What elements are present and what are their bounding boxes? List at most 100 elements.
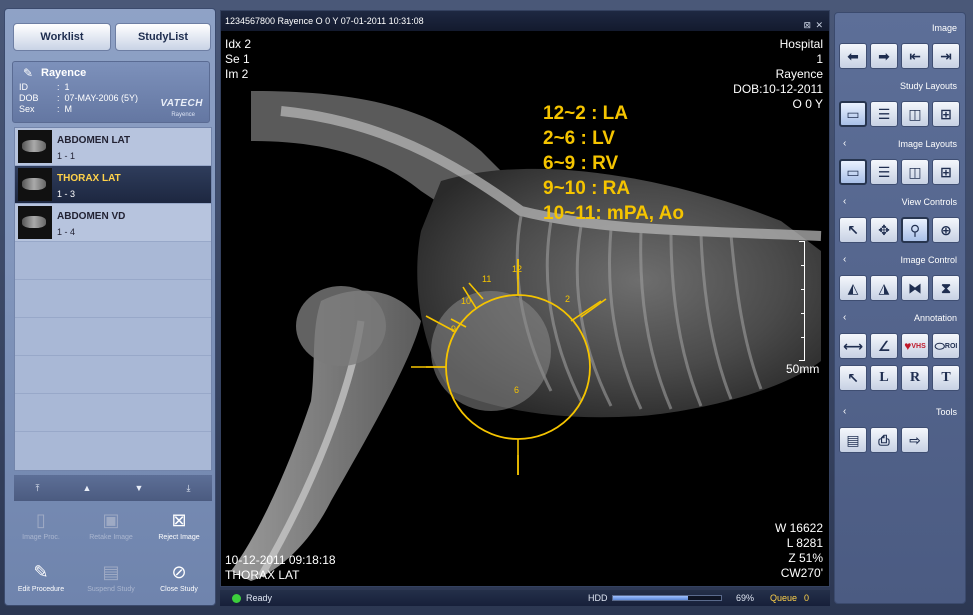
study-layout-1x2[interactable]: ◫ — [901, 101, 929, 127]
study-layout-1x1[interactable]: ▭ — [839, 101, 867, 127]
scale-label: 50mm — [786, 362, 820, 376]
series-thumbnail — [18, 130, 52, 163]
patient-dob: 07-MAY-2006 (5Y) — [64, 93, 139, 103]
overlay-date: 10-12-2011 09:18:18 — [225, 553, 336, 567]
left-marker-tool[interactable]: L — [870, 365, 898, 391]
roi-tool[interactable]: ⬭ ROI — [932, 333, 960, 359]
section-label: Image Control — [900, 255, 957, 265]
section-label: Study Layouts — [899, 81, 957, 91]
annotation-text-block[interactable]: 12~2 : LA 2~6 : LV 6~9 : RV 9~10 : RA 10… — [543, 101, 684, 226]
clock-label-10: 10 — [461, 296, 472, 306]
right-marker-tool[interactable]: R — [901, 365, 929, 391]
scale-bar — [799, 241, 805, 361]
image-layout-2x2[interactable]: ⊞ — [932, 159, 960, 185]
xray-image[interactable] — [221, 31, 829, 586]
rotate-right-button[interactable]: ◮ — [870, 275, 898, 301]
series-item-thorax-lat[interactable]: THORAX LAT 1 - 3 — [15, 166, 211, 204]
patient-dob-row: DOB: 07-MAY-2006 (5Y) — [19, 93, 139, 103]
arrow-tool[interactable]: ↖ — [839, 365, 867, 391]
edit-procedure-button[interactable]: ✎ Edit Procedure — [11, 561, 71, 593]
section-tools: ‹ Tools — [839, 403, 963, 421]
arrow-left-icon: ⬅ — [847, 47, 859, 64]
last-arrow-icon[interactable]: ⤓ — [186, 483, 190, 494]
angle-icon: ∠ — [877, 337, 891, 354]
ellipse-icon: ⬭ — [934, 338, 945, 353]
image-layout-2x1[interactable]: ☰ — [870, 159, 898, 185]
pan-tool[interactable]: ✥ — [870, 217, 898, 243]
series-name: THORAX LAT — [57, 173, 121, 184]
layout-grid-icon: ⊞ — [940, 105, 952, 122]
layout-single-icon: ▭ — [846, 105, 860, 122]
annotation-line: 2~6 : LV — [543, 128, 615, 149]
chevron-left-icon[interactable]: ‹ — [843, 403, 846, 421]
annotation-line: 10~11: mPA, Ao — [543, 203, 684, 224]
export-button[interactable]: ⇨ — [901, 427, 929, 453]
zoom-in-icon: ⊕ — [940, 221, 952, 238]
patient-sex-label: Sex — [19, 104, 35, 114]
reject-image-button[interactable]: ⊠ Reject Image — [149, 509, 209, 541]
save-button[interactable]: ▤ — [839, 427, 867, 453]
ruler-tool[interactable]: ⟷ — [839, 333, 867, 359]
viewer-title: 1234567800 Rayence O 0 Y 07-01-2011 10:3… — [225, 16, 424, 26]
zoom-tool[interactable]: ⊕ — [932, 217, 960, 243]
move-icon: ✥ — [878, 221, 890, 238]
angle-tool[interactable]: ∠ — [870, 333, 898, 359]
pointer-tool[interactable]: ↖ — [839, 217, 867, 243]
flip-vertical-button[interactable]: ⧗ — [932, 275, 960, 301]
heart-icon: ♥ — [904, 339, 912, 353]
studylist-button[interactable]: StudyList — [115, 23, 211, 51]
study-layout-2x2[interactable]: ⊞ — [932, 101, 960, 127]
right-toolbar: Image ⬅ ➡ ⇤ ⇥ Study Layouts ▭ ☰ ◫ ⊞ ‹ Im… — [834, 12, 966, 604]
chevron-left-icon[interactable]: ‹ — [843, 251, 846, 269]
magnify-tool[interactable]: ⚲ — [901, 217, 929, 243]
study-layout-2x1[interactable]: ☰ — [870, 101, 898, 127]
patient-name: Rayence — [41, 67, 87, 79]
magnifier-icon: ⚲ — [909, 221, 921, 238]
rotate-left-button[interactable]: ◭ — [839, 275, 867, 301]
flip-horizontal-button[interactable]: ⧓ — [901, 275, 929, 301]
layout-cols-icon: ◫ — [908, 163, 922, 180]
patient-dob-label: DOB — [19, 93, 39, 103]
text-tool-label: T — [941, 370, 951, 385]
layout-grid-icon: ⊞ — [940, 163, 952, 180]
prev-image-button[interactable]: ⬅ — [839, 43, 867, 69]
printer-icon: ⎙ — [878, 431, 890, 448]
chevron-left-icon[interactable]: ‹ — [843, 135, 846, 153]
pencil-icon[interactable]: ✎ — [23, 66, 33, 80]
image-layout-1x1[interactable]: ▭ — [839, 159, 867, 185]
annotation-line: 12~2 : LA — [543, 103, 629, 124]
patient-info-card: ✎ Rayence ID: 1 DOB: 07-MAY-2006 (5Y) Se… — [12, 61, 210, 123]
down-arrow-icon[interactable]: ▼ — [135, 483, 144, 493]
vhs-tool[interactable]: ♥ VHS — [901, 333, 929, 359]
hdd-progress-fill — [613, 596, 688, 600]
overlay-window: W 16622 — [774, 521, 823, 535]
suspend-study-button[interactable]: ▤ Suspend Study — [81, 561, 141, 593]
list-item-empty — [15, 318, 211, 356]
chevron-left-icon[interactable]: ‹ — [843, 309, 846, 327]
list-item-empty — [15, 432, 211, 470]
image-viewer[interactable]: 1234567800 Rayence O 0 Y 07-01-2011 10:3… — [220, 10, 830, 587]
close-study-button[interactable]: ⊘ Close Study — [149, 561, 209, 593]
retake-image-button[interactable]: ▣ Retake Image — [81, 509, 141, 541]
first-arrow-icon[interactable]: ⤒ — [36, 483, 40, 494]
image-layout-1x2[interactable]: ◫ — [901, 159, 929, 185]
prev-series-button[interactable]: ⇤ — [901, 43, 929, 69]
patient-id-label: ID — [19, 82, 28, 92]
chevron-left-icon[interactable]: ‹ — [843, 193, 846, 211]
print-button[interactable]: ⎙ — [870, 427, 898, 453]
overlay-level: L 8281 — [786, 536, 823, 550]
image-proc-button[interactable]: ▯ Image Proc. — [11, 509, 71, 541]
series-item-abdomen-lat[interactable]: ABDOMEN LAT 1 - 1 — [15, 128, 211, 166]
layout-cols-icon: ◫ — [908, 105, 922, 122]
next-series-button[interactable]: ⇥ — [932, 43, 960, 69]
status-ready: Ready — [246, 593, 273, 603]
overlay-dob: DOB:10-12-2011 — [733, 82, 823, 96]
text-tool[interactable]: T — [932, 365, 960, 391]
up-arrow-icon[interactable]: ▲ — [83, 483, 92, 493]
next-image-button[interactable]: ➡ — [870, 43, 898, 69]
section-label: Tools — [935, 407, 957, 417]
series-item-abdomen-vd[interactable]: ABDOMEN VD 1 - 4 — [15, 204, 211, 242]
annotation-line: 6~9 : RV — [543, 153, 619, 174]
worklist-button[interactable]: Worklist — [13, 23, 111, 51]
list-item-empty — [15, 280, 211, 318]
